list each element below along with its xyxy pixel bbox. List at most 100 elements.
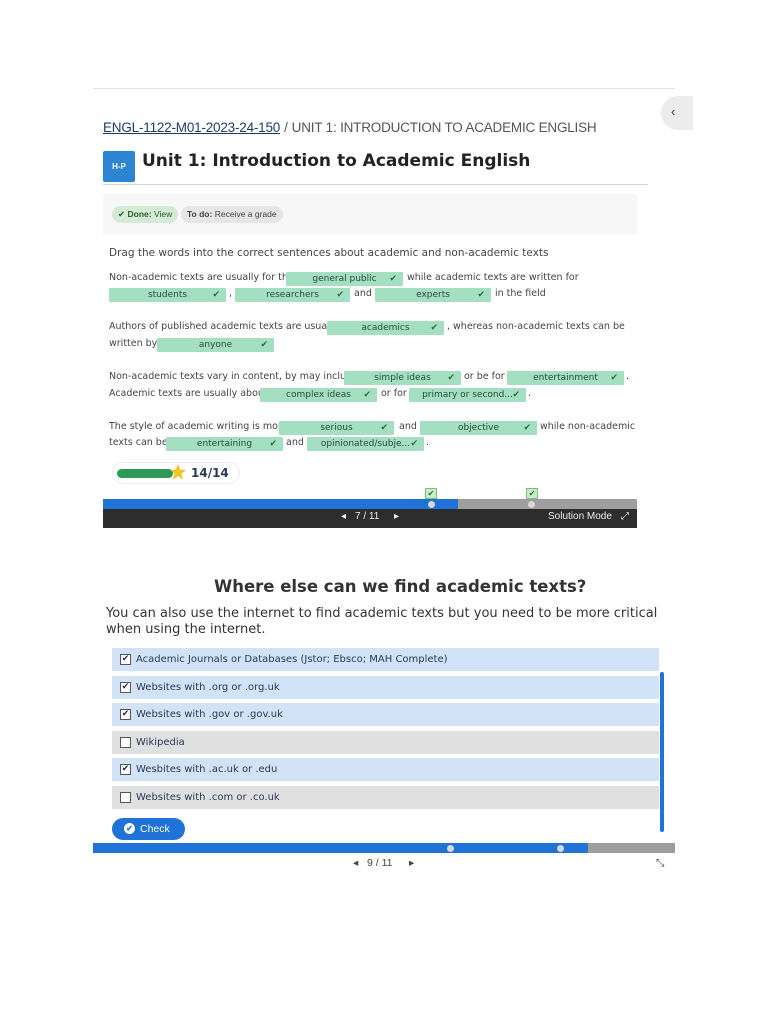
- answer-word: entertaining: [196, 439, 253, 449]
- check-icon: ✔: [260, 340, 268, 350]
- check-icon: ✔: [389, 274, 397, 284]
- q3-text-1: Non-academic texts vary in content, by m…: [109, 371, 358, 382]
- check-icon: ✔: [512, 390, 520, 400]
- option-label: Academic Journals or Databases (Jstor; E…: [136, 654, 448, 665]
- q4-text-3: while non-academic: [540, 421, 636, 432]
- drop-zone[interactable]: entertaining ✔: [166, 437, 283, 451]
- prev-slide-icon[interactable]: ◂: [341, 511, 346, 522]
- collapse-drawer-button[interactable]: ‹: [661, 96, 693, 130]
- answer-option[interactable]: ✔ Wesbites with .ac.uk or .edu: [112, 758, 659, 781]
- q2-text-1: Authors of published academic texts are …: [109, 321, 339, 332]
- completion-status-bar: ✔ Done: View To do: Receive a grade: [103, 194, 637, 234]
- answer-option[interactable]: Websites with .com or .co.uk: [112, 786, 659, 809]
- q4-text-2: and: [399, 421, 417, 432]
- slide-counter: 7 / 11: [355, 511, 380, 522]
- checkbox-checked-icon[interactable]: ✔: [120, 654, 131, 665]
- check-icon: ✔: [610, 373, 618, 383]
- answer-word: objective: [457, 423, 500, 433]
- answered-check-icon: ✔: [526, 488, 538, 499]
- slide-progress-bar[interactable]: [93, 843, 675, 853]
- progress-dot[interactable]: [428, 501, 435, 508]
- check-answer-button[interactable]: ✔ Check: [112, 818, 185, 840]
- fullscreen-icon[interactable]: ⤢: [621, 511, 629, 522]
- next-slide-icon[interactable]: ▸: [394, 511, 399, 522]
- drop-zone[interactable]: simple ideas ✔: [344, 371, 461, 385]
- answer-word: general public: [312, 274, 377, 284]
- slide-progress-bar[interactable]: ✔ ✔: [103, 488, 637, 509]
- check-circle-icon: ✔: [124, 823, 135, 834]
- progress-dot[interactable]: [447, 845, 454, 852]
- answer-word: serious: [320, 423, 353, 433]
- h5p-logo-icon: H-P: [103, 151, 135, 182]
- check-icon: ✔: [477, 290, 485, 300]
- progress-remaining: [588, 843, 675, 853]
- done-value: View: [153, 209, 173, 219]
- question-intro: You can also use the internet to find ac…: [106, 606, 658, 637]
- answer-option[interactable]: ✔ Websites with .gov or .gov.uk: [112, 703, 659, 726]
- answer-word: primary or second...: [422, 390, 513, 400]
- answer-option[interactable]: ✔ Academic Journals or Databases (Jstor;…: [112, 648, 659, 671]
- check-icon: ✔: [380, 423, 388, 433]
- q1-text-5: in the field: [495, 288, 546, 299]
- score-text: 14/14: [191, 466, 229, 480]
- activity-instruction: Drag the words into the correct sentence…: [109, 247, 549, 259]
- drop-zone[interactable]: opinionated/subje... ✔: [307, 437, 424, 451]
- drop-zone[interactable]: complex ideas ✔: [260, 388, 377, 402]
- drop-zone[interactable]: objective ✔: [420, 421, 537, 435]
- progress-dot[interactable]: [528, 501, 535, 508]
- status-badge-done: ✔ Done: View: [112, 206, 179, 223]
- check-icon: ✔: [363, 390, 371, 400]
- q2-text-3: written by: [109, 338, 158, 349]
- answer-option[interactable]: Wikipedia: [112, 731, 659, 754]
- drop-zone[interactable]: anyone ✔: [157, 338, 274, 352]
- prev-slide-icon[interactable]: ◂: [353, 857, 358, 869]
- breadcrumb-unit: UNIT 1: INTRODUCTION TO ACADEMIC ENGLISH: [291, 120, 597, 135]
- breadcrumb-course-link[interactable]: ENGL-1122-M01-2023-24-150: [103, 120, 280, 135]
- progress-dot[interactable]: [557, 845, 564, 852]
- checkbox-unchecked-icon[interactable]: [120, 737, 131, 748]
- drop-zone[interactable]: serious ✔: [279, 421, 394, 435]
- q3-text-6: .: [528, 388, 532, 399]
- answer-word: academics: [361, 323, 410, 333]
- answer-word: opinionated/subje...: [320, 439, 411, 449]
- option-label: Wikipedia: [136, 737, 185, 748]
- check-icon: ✔: [410, 439, 418, 449]
- drop-zone[interactable]: entertainment ✔: [507, 371, 624, 385]
- score-progress-fill: [117, 469, 173, 478]
- drop-zone[interactable]: experts ✔: [375, 288, 491, 302]
- progress-remaining: [458, 499, 637, 509]
- answer-option[interactable]: ✔ Websites with .org or .org.uk: [112, 676, 659, 699]
- breadcrumb-separator: /: [284, 120, 288, 135]
- answered-check-icon: ✔: [425, 488, 437, 499]
- checkbox-checked-icon[interactable]: ✔: [120, 709, 131, 720]
- scrollbar[interactable]: [660, 672, 664, 832]
- answer-word: experts: [416, 290, 450, 300]
- star-icon: ★: [169, 460, 187, 484]
- drop-zone[interactable]: general public ✔: [286, 272, 403, 286]
- checkbox-checked-icon[interactable]: ✔: [120, 764, 131, 775]
- solution-mode-label: Solution Mode: [548, 511, 612, 522]
- next-slide-icon[interactable]: ▸: [409, 857, 414, 869]
- answer-word: simple ideas: [374, 373, 431, 383]
- answer-word: entertainment: [533, 373, 598, 383]
- check-icon: ✔: [430, 323, 438, 333]
- drop-zone[interactable]: researchers ✔: [235, 288, 350, 302]
- check-button-label: Check: [140, 823, 170, 835]
- q1-text-1: Non-academic texts are usually for the: [109, 272, 294, 283]
- q3-text-3: .: [626, 371, 630, 382]
- done-label: Done:: [127, 209, 152, 219]
- q3-text-5: or for: [381, 388, 407, 399]
- drop-zone[interactable]: students ✔: [109, 288, 226, 302]
- answer-word: complex ideas: [286, 390, 351, 400]
- exit-fullscreen-icon[interactable]: ⤡: [656, 857, 664, 870]
- checkbox-checked-icon[interactable]: ✔: [120, 682, 131, 693]
- checkbox-unchecked-icon[interactable]: [120, 792, 131, 803]
- q3-text-4: Academic texts are usually about: [109, 388, 268, 399]
- q1-text-4: and: [354, 288, 372, 299]
- top-divider: [93, 88, 675, 89]
- breadcrumb: ENGL-1122-M01-2023-24-150 /UNIT 1: INTROD…: [103, 120, 643, 135]
- drag-the-words-activity: Drag the words into the correct sentence…: [103, 234, 637, 499]
- drop-zone[interactable]: academics ✔: [327, 321, 444, 335]
- answer-word: anyone: [198, 340, 233, 350]
- drop-zone[interactable]: primary or second... ✔: [409, 388, 526, 402]
